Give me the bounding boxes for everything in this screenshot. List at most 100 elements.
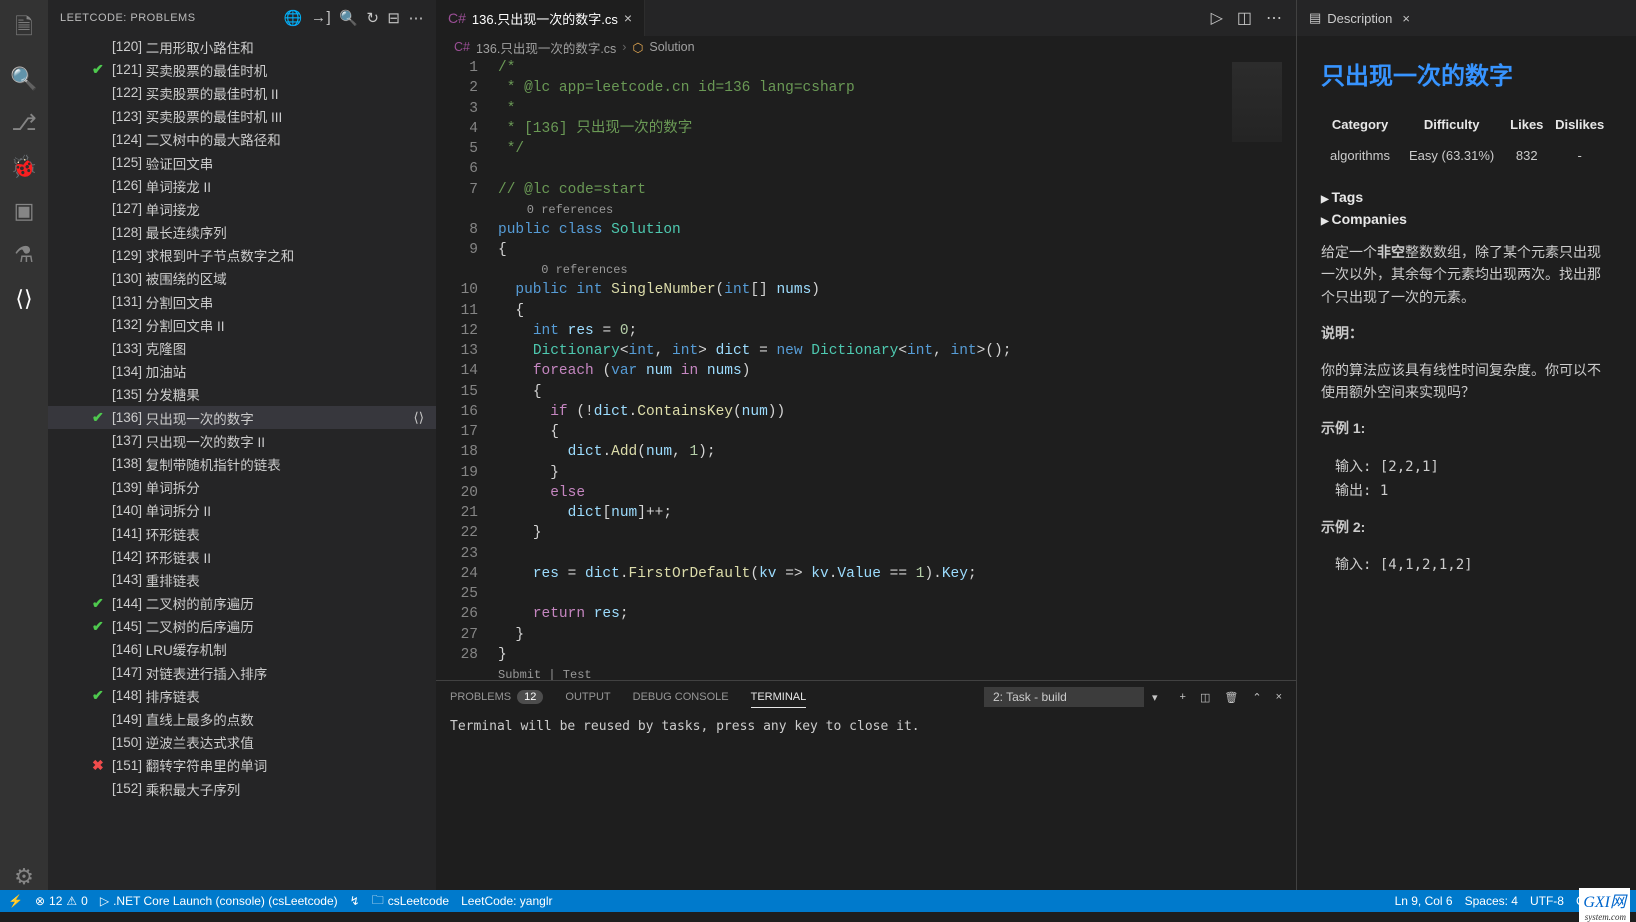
problem-description: 给定一个非空整数数组，除了某个元素只出现一次以外，其余每个元素均出现两次。找出那… [1321,241,1612,308]
problem-item[interactable]: [142] 环形链表 II [48,545,436,568]
tab-file[interactable]: C# 136.只出现一次的数字.cs × [436,0,645,36]
collapse-icon[interactable]: ⊟ [387,9,400,27]
status-spaces[interactable]: Spaces: 4 [1465,894,1518,908]
status-livesync[interactable]: ↯ [350,894,360,908]
problem-item[interactable]: ✔[136] 只出现一次的数字⟨⟩ [48,406,436,429]
status-lncol[interactable]: Ln 9, Col 6 [1395,894,1453,908]
codelens[interactable]: 0 references [498,200,1296,220]
watermark: GXI网system.com [1579,888,1630,922]
chevron-up-icon[interactable]: ⌃ [1252,691,1261,704]
problem-item[interactable]: [150] 逆波兰表达式求值 [48,731,436,754]
problem-item[interactable]: [131] 分割回文串 [48,290,436,313]
code-action-icon[interactable]: ⟨⟩ [413,410,424,426]
search-problems-icon[interactable]: 🔍 [339,9,358,27]
activity-bar: 🗎 🔍 ⎇ 🐞 ▣ ⚗ ⟨⟩ ⚙ [0,0,48,890]
companies-section[interactable]: Companies [1321,211,1612,227]
problem-item[interactable]: ✖[151] 翻转字符串里的单词 [48,754,436,777]
problem-item[interactable]: ✔[148] 排序链表 [48,684,436,707]
split-terminal-icon[interactable]: ◫ [1200,691,1210,704]
problem-item[interactable]: [139] 单词拆分 [48,476,436,499]
desc-tab-label[interactable]: Description [1327,11,1392,26]
new-terminal-icon[interactable]: + [1180,691,1186,704]
flask-icon[interactable]: ⚗ [14,242,34,268]
problem-item[interactable]: [129] 求根到叶子节点数字之和 [48,244,436,267]
check-icon: ✔ [92,409,104,426]
codelens[interactable]: 0 references [498,260,1296,280]
login-icon[interactable]: →] [311,9,331,26]
problem-item[interactable]: [122] 买卖股票的最佳时机 II [48,81,436,104]
close-icon[interactable]: × [624,10,632,26]
source-control-icon[interactable]: ⎇ [11,110,36,136]
problem-item[interactable]: [140] 单词拆分 II [48,499,436,522]
problem-item[interactable]: ✔[145] 二叉树的后序遍历 [48,615,436,638]
status-leetcode[interactable]: LeetCode: yanglr [461,894,552,908]
extensions-icon[interactable]: ▣ [14,198,35,224]
run-icon[interactable]: ▷ [1211,8,1223,28]
problem-item[interactable]: [152] 乘积最大子序列 [48,777,436,800]
task-select[interactable]: 2: Task - build [984,687,1144,707]
status-launch[interactable]: ▷ .NET Core Launch (console) (csLeetcode… [100,894,338,908]
problem-item[interactable]: [126] 单词接龙 II [48,174,436,197]
problem-item[interactable]: [130] 被围绕的区域 [48,267,436,290]
problem-item[interactable]: [120] 二用形取小路住和 [48,35,436,58]
problem-item[interactable]: [127] 单词接龙 [48,197,436,220]
refresh-icon[interactable]: ↻ [366,9,379,27]
check-icon: ✔ [92,618,104,635]
minimap[interactable] [1232,62,1282,142]
tags-section[interactable]: Tags [1321,189,1612,205]
globe-icon[interactable]: 🌐 [284,9,303,27]
bottom-panel: PROBLEMS 12 OUTPUT DEBUG CONSOLE TERMINA… [436,680,1296,890]
status-encoding[interactable]: UTF-8 [1530,894,1564,908]
problem-item[interactable]: [125] 验证回文串 [48,151,436,174]
check-icon: ✔ [92,61,104,78]
problem-item[interactable]: [133] 克隆图 [48,336,436,359]
close-panel-icon[interactable]: × [1276,691,1282,704]
leetcode-icon[interactable]: ⟨⟩ [15,286,32,312]
editor-area: C# 136.只出现一次的数字.cs × ▷ ◫ ⋯ C# 136.只出现一次的… [436,0,1296,890]
sidebar-title: LEETCODE: PROBLEMS [60,12,276,24]
breadcrumb-symbol: Solution [649,40,694,54]
panel-tab-output[interactable]: OUTPUT [565,691,610,703]
trash-icon[interactable]: 🗑 [1224,691,1238,704]
problems-badge: 12 [517,690,543,704]
problem-item[interactable]: [137] 只出现一次的数字 II [48,429,436,452]
tab-label: 136.只出现一次的数字.cs [472,9,618,28]
problem-item[interactable]: [124] 二叉树中的最大路径和 [48,128,436,151]
code-editor[interactable]: 1234567891011121314151617181920212223242… [436,58,1296,680]
codelens[interactable]: Submit | Test [498,665,1296,680]
remote-icon[interactable]: ⚡ [8,894,23,908]
problem-item[interactable]: [146] LRU缓存机制 [48,638,436,661]
problem-item[interactable]: [135] 分发糖果 [48,383,436,406]
problem-item[interactable]: [123] 买卖股票的最佳时机 III [48,105,436,128]
gear-icon[interactable]: ⚙ [14,864,34,890]
problem-item[interactable]: ✔[144] 二叉树的前序遍历 [48,592,436,615]
close-icon[interactable]: × [1402,11,1410,26]
problem-item[interactable]: [128] 最长连续序列 [48,221,436,244]
cross-icon: ✖ [92,757,104,774]
more-actions-icon[interactable]: ⋯ [1266,8,1282,28]
panel-tab-terminal[interactable]: TERMINAL [751,691,807,708]
breadcrumb[interactable]: C# 136.只出现一次的数字.cs › ⬡ Solution [436,36,1296,58]
panel-tab-debug[interactable]: DEBUG CONSOLE [633,691,729,703]
files-icon[interactable]: 🗎 [15,10,33,48]
problem-meta-table: Category Difficulty Likes Dislikes algor… [1321,115,1612,169]
search-icon[interactable]: 🔍 [10,66,37,92]
terminal-body[interactable]: Terminal will be reused by tasks, press … [436,713,1296,890]
problem-item[interactable]: ✔[121] 买卖股票的最佳时机 [48,58,436,81]
problem-item[interactable]: [147] 对链表进行插入排序 [48,661,436,684]
problem-item[interactable]: [143] 重排链表 [48,568,436,591]
problem-item[interactable]: [134] 加油站 [48,360,436,383]
book-icon: ▤ [1309,10,1321,26]
problem-item[interactable]: [141] 环形链表 [48,522,436,545]
csharp-file-icon: C# [448,10,466,26]
problem-item[interactable]: [132] 分割回文串 II [48,313,436,336]
status-folder[interactable]: 🗀 csLeetcode [372,891,449,912]
problem-item[interactable]: [149] 直线上最多的点数 [48,707,436,730]
more-icon[interactable]: ⋯ [409,9,425,27]
debug-icon[interactable]: 🐞 [10,154,37,180]
split-icon[interactable]: ◫ [1237,8,1252,28]
status-errors[interactable]: ⊗ 12 ⚠ 0 [35,894,88,908]
problem-item[interactable]: [138] 复制带随机指针的链表 [48,452,436,475]
panel-tab-problems[interactable]: PROBLEMS 12 [450,690,543,704]
check-icon: ✔ [92,687,104,704]
